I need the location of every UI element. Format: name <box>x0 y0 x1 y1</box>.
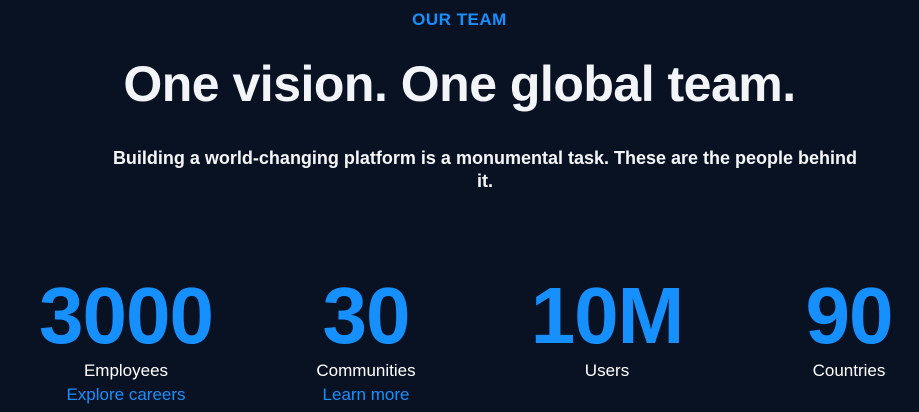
stat-value: 10M <box>530 271 685 360</box>
stat-label: Users <box>584 361 630 380</box>
stat-value: 3000 <box>39 271 214 360</box>
stat-label: Communities <box>316 361 416 380</box>
our-team-section: OUR TEAM One vision. One global team. Bu… <box>0 0 919 412</box>
stat-users: 10M Users <box>487 271 727 381</box>
stat-countries: 90 Countries <box>729 271 919 381</box>
stat-value: 30 <box>322 271 411 360</box>
section-subheadline: Building a world-changing platform is a … <box>112 148 858 191</box>
stat-value: 90 <box>805 271 894 360</box>
section-eyebrow: OUR TEAM <box>412 10 507 29</box>
stat-label: Countries <box>812 361 886 380</box>
learn-more-link[interactable]: Learn more <box>246 385 486 405</box>
stat-label: Employees <box>83 361 169 380</box>
stat-communities: 30 Communities Learn more <box>246 271 486 405</box>
explore-careers-link[interactable]: Explore careers <box>6 385 246 405</box>
section-headline: One vision. One global team. <box>123 56 796 112</box>
stat-employees: 3000 Employees Explore careers <box>6 271 246 405</box>
